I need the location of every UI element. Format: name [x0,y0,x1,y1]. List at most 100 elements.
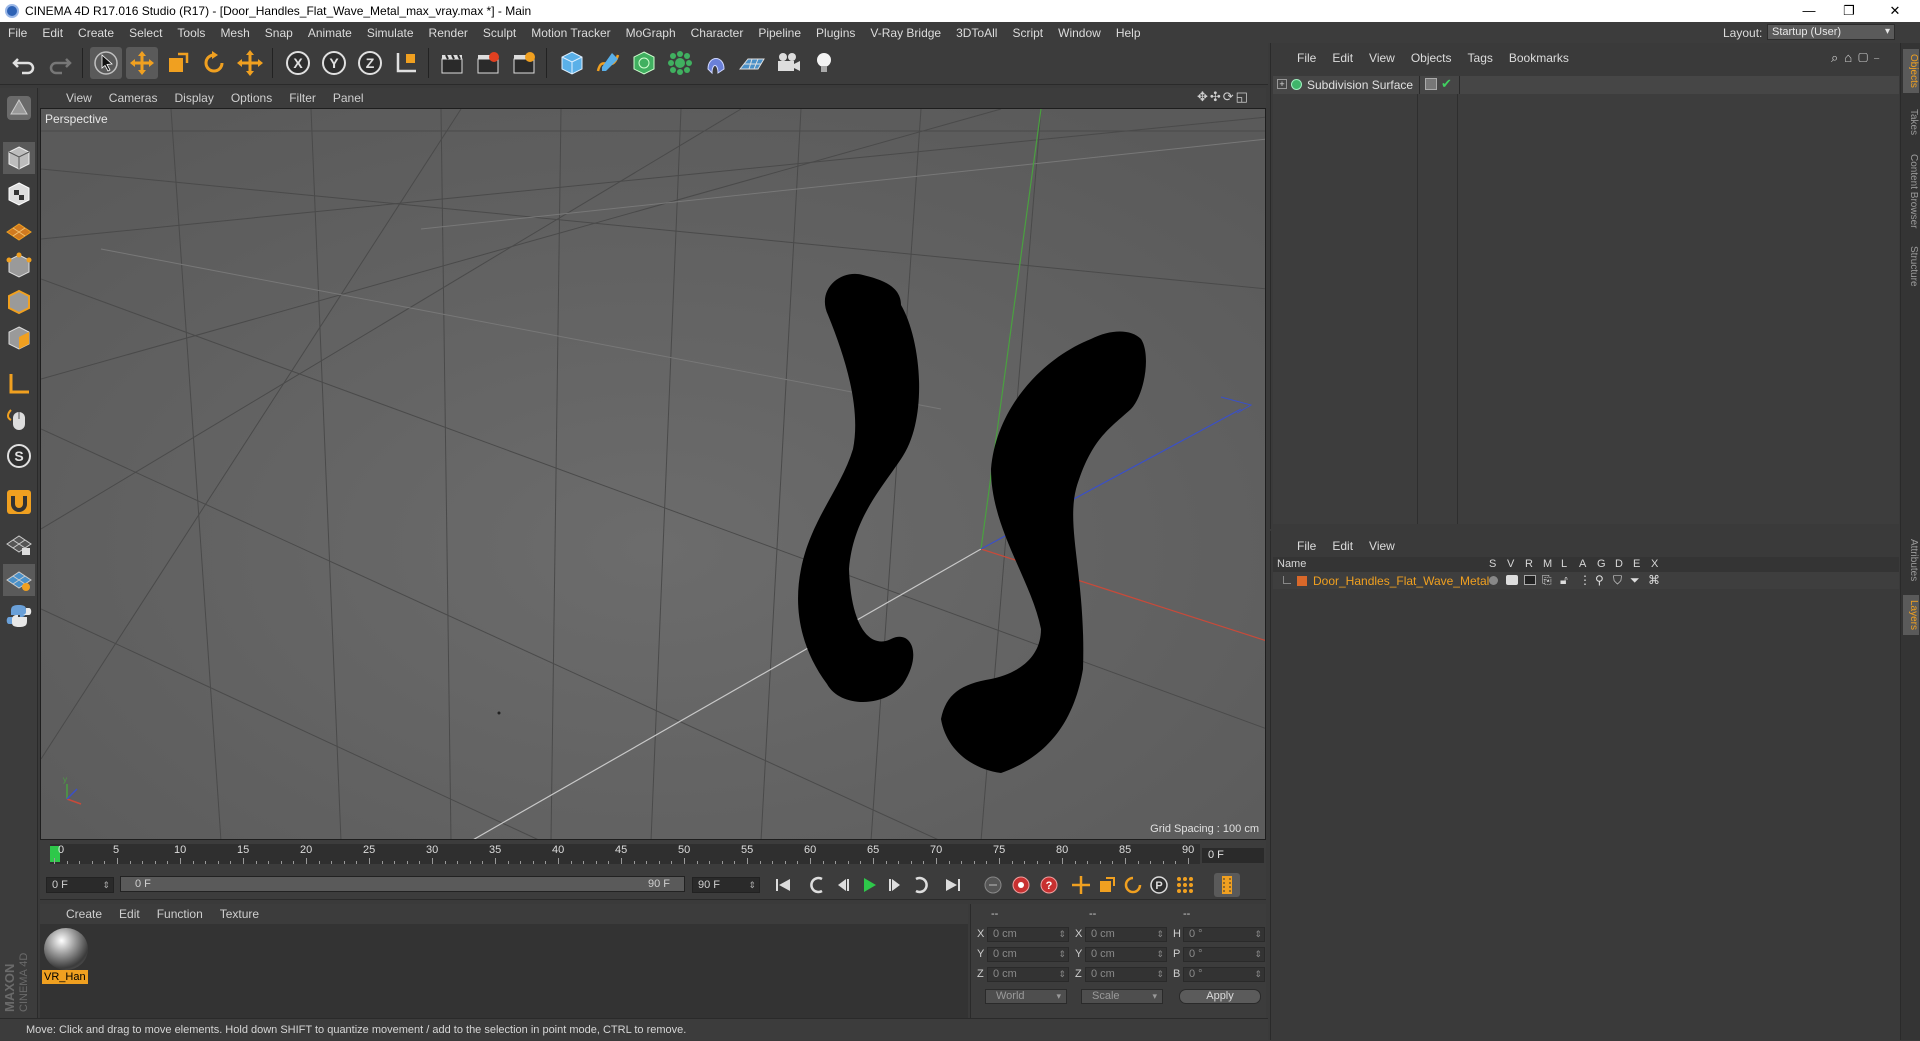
side-tab-objects[interactable]: Objects [1903,49,1919,93]
menu-create[interactable]: Create [78,26,114,40]
axis-mode-button[interactable] [3,368,35,400]
menu-file[interactable]: File [8,26,27,40]
render-view-button[interactable] [436,47,468,79]
recent-tool-button[interactable] [234,47,266,79]
autokey-button[interactable] [1008,873,1034,897]
object-menu-view[interactable]: View [1369,51,1395,65]
restore-button[interactable]: ❐ [1826,0,1872,22]
add-deformer-button[interactable] [700,47,732,79]
object-menu-bookmarks[interactable]: Bookmarks [1509,51,1569,65]
animation-toggle-icon[interactable]: ⋮ [1579,573,1591,587]
xref-toggle-icon[interactable]: ⌘ [1648,573,1660,587]
menu-simulate[interactable]: Simulate [367,26,414,40]
previous-frame-button[interactable] [830,873,856,897]
menu-help[interactable]: Help [1116,26,1141,40]
x-axis-lock-button[interactable]: X [282,47,314,79]
side-tab-structure[interactable]: Structure [1903,241,1919,291]
add-floor-button[interactable] [736,47,768,79]
viewport-menu-cameras[interactable]: Cameras [109,91,158,105]
perspective-viewport[interactable]: y Perspective Grid Spacing : 100 cm [40,108,1266,840]
menu-snap[interactable]: Snap [265,26,293,40]
object-row[interactable]: + Subdivision Surface ✔ [1273,76,1899,94]
key-position-button[interactable] [1068,873,1094,897]
position-x-field[interactable]: 0 cm [987,927,1069,942]
expression-toggle-icon[interactable]: ⏷ [1630,573,1640,588]
generator-toggle-icon[interactable]: ⚲ [1595,573,1604,587]
layer-row[interactable]: Door_Handles_Flat_Wave_Metal ⎘ 🔓︎ ⋮ ⚲ ⛉ … [1273,572,1899,589]
lock-icon[interactable]: 🔓︎ [1560,573,1568,588]
key-parameter-button[interactable]: P [1146,873,1172,897]
menu-motion-tracker[interactable]: Motion Tracker [531,26,610,40]
menu-tools[interactable]: Tools [177,26,205,40]
close-button[interactable]: ✕ [1872,0,1918,22]
object-menu-tags[interactable]: Tags [1468,51,1493,65]
side-tab-content-browser[interactable]: Content Browser [1903,149,1919,233]
y-axis-lock-button[interactable]: Y [318,47,350,79]
menu-pipeline[interactable]: Pipeline [758,26,801,40]
solo-toggle-icon[interactable] [1489,576,1498,585]
enable-snap-button[interactable] [3,486,35,518]
add-array-button[interactable] [664,47,696,79]
apply-button[interactable]: Apply [1179,989,1261,1004]
z-axis-lock-button[interactable]: Z [354,47,386,79]
coordinate-space-select[interactable]: World [985,989,1067,1004]
layer-menu-file[interactable]: File [1297,539,1316,553]
add-light-button[interactable] [808,47,840,79]
go-to-end-button[interactable] [940,873,966,897]
add-spline-button[interactable] [592,47,624,79]
snap-button[interactable]: S [3,440,35,472]
rotation-h-field[interactable]: 0 ° [1183,927,1265,942]
viewport-menu-view[interactable]: View [66,91,92,105]
menu-edit[interactable]: Edit [42,26,63,40]
next-frame-button[interactable] [882,873,908,897]
menu-3dtoall[interactable]: 3DToAll [956,26,997,40]
viewport-menu-filter[interactable]: Filter [289,91,316,105]
edges-mode-button[interactable] [3,286,35,318]
layer-name[interactable]: Door_Handles_Flat_Wave_Metal [1313,574,1489,588]
record-keys-button[interactable] [980,873,1006,897]
key-scale-button[interactable] [1094,873,1120,897]
tweak-mode-button[interactable] [3,404,35,436]
rotate-tool-button[interactable] [198,47,230,79]
deformer-toggle-icon[interactable]: ⛉ [1613,573,1622,588]
range-slider[interactable]: 0 F 90 F [120,876,685,892]
menu-animate[interactable]: Animate [308,26,352,40]
render-to-picture-viewer-button[interactable] [472,47,504,79]
object-menu-objects[interactable]: Objects [1411,51,1452,65]
redo-button[interactable] [44,47,76,79]
manager-toggle-icon[interactable]: ⎘ [1542,573,1552,588]
menu-select[interactable]: Select [129,26,162,40]
coordinate-system-button[interactable] [390,47,422,79]
menu-mesh[interactable]: Mesh [220,26,249,40]
planar-workplane-button[interactable] [3,564,35,596]
end-frame-field[interactable]: 90 F [692,877,760,893]
material-preview-sphere[interactable] [44,928,88,970]
size-y-field[interactable]: 0 cm [1085,947,1167,962]
layer-color-swatch[interactable] [1297,576,1307,586]
material-menu-edit[interactable]: Edit [119,907,140,921]
undo-button[interactable] [8,47,40,79]
render-toggle-icon[interactable] [1524,575,1536,585]
side-tab-attributes[interactable]: Attributes [1903,533,1919,587]
layer-menu-view[interactable]: View [1369,539,1395,553]
menu-plugins[interactable]: Plugins [816,26,855,40]
locked-workplane-button[interactable] [3,528,35,560]
object-menu-file[interactable]: File [1297,51,1316,65]
start-frame-field[interactable]: 0 F [46,877,114,893]
points-mode-button[interactable] [3,250,35,282]
object-manager-search-home-icons[interactable]: ⌕⌂▢⎯ [1831,50,1885,66]
menu-vray-bridge[interactable]: V-Ray Bridge [870,26,941,40]
add-camera-button[interactable] [772,47,804,79]
menu-mograph[interactable]: MoGraph [626,26,676,40]
menu-window[interactable]: Window [1058,26,1101,40]
position-y-field[interactable]: 0 cm [987,947,1069,962]
edit-toggle-icon[interactable] [1425,78,1437,90]
python-script-button[interactable] [3,600,35,632]
next-key-button[interactable] [908,873,934,897]
timeline-window-button[interactable] [1214,873,1240,897]
previous-key-button[interactable] [804,873,830,897]
side-tab-takes[interactable]: Takes [1903,105,1919,139]
texture-mode-button[interactable] [3,178,35,210]
object-name[interactable]: Subdivision Surface [1307,78,1413,92]
material-menu-function[interactable]: Function [157,907,203,921]
